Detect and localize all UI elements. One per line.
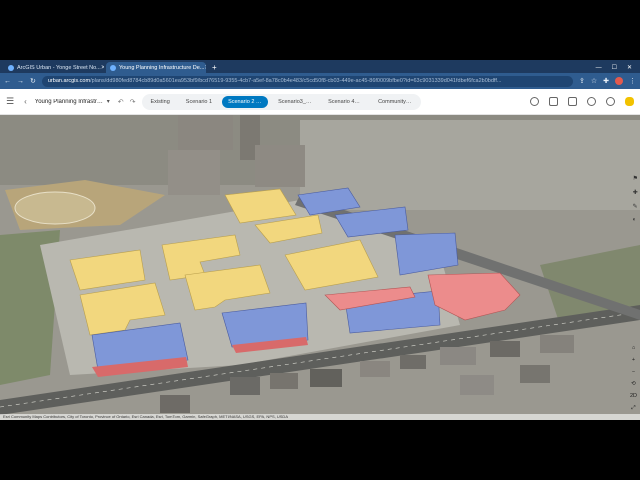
tab-scenario-3[interactable]: Scenario3_Te... [272, 96, 318, 108]
tab-scenario-1[interactable]: Scenario 1 [180, 96, 218, 108]
daylight-icon[interactable]: ◐ [633, 217, 638, 223]
chart-icon[interactable] [587, 97, 596, 106]
window-controls: — ☐ ✕ [596, 62, 640, 73]
tab-community[interactable]: Community &... [372, 96, 418, 108]
edit-icon[interactable]: ✎ [633, 203, 638, 210]
map-navigation-controls: ⌂ + − ⟲ 2D ⤢ [630, 345, 637, 412]
menu-icon[interactable]: ☰ [6, 96, 14, 107]
info-icon[interactable] [530, 97, 539, 106]
arcgis-favicon-icon [110, 64, 116, 71]
tab-scenario-2[interactable]: Scenario 2 - B* [222, 95, 269, 108]
undo-icon[interactable]: ↶ [118, 98, 124, 106]
close-window-icon[interactable]: ✕ [627, 64, 632, 71]
plan-title[interactable]: Young Planning Infrastruct... [35, 99, 105, 105]
url-path: /plans/dd980fed8784cb89d0a5601ea953bf9/b… [90, 78, 502, 84]
profile-avatar[interactable] [615, 77, 623, 85]
bookmark-star-icon[interactable]: ☆ [591, 77, 597, 85]
home-icon[interactable]: ⌂ [632, 345, 635, 351]
browser-address-bar: ← → ↻ urban.arcgis.com /plans/dd980fed87… [0, 73, 640, 89]
redo-icon[interactable]: ↷ [130, 98, 136, 106]
comments-icon[interactable] [606, 97, 615, 106]
map-side-toolbar: ⚑ ✚ ✎ ◐ [633, 175, 638, 223]
browser-tab-title: Young Planning Infrastructure De... [119, 64, 205, 71]
fullscreen-icon[interactable]: ⤢ [631, 405, 635, 412]
zoom-in-button[interactable]: + [632, 357, 635, 363]
close-tab-icon[interactable]: ✕ [101, 64, 104, 71]
scene-canvas[interactable] [0, 115, 640, 420]
running-track [14, 191, 96, 225]
reload-icon[interactable]: ↻ [30, 77, 36, 85]
url-host: urban.arcgis.com [47, 78, 91, 84]
close-tab-icon[interactable]: ✕ [204, 64, 206, 71]
scenario-tabs: Existing Scenario 1 Scenario 2 - B* Scen… [141, 93, 422, 110]
extensions-icon[interactable]: ✚ [603, 77, 609, 85]
add-icon[interactable]: ✚ [633, 189, 638, 196]
browser-toolbar-icons: ⇪ ☆ ✚ ⋮ [579, 77, 636, 85]
browser-menu-icon[interactable]: ⋮ [629, 77, 636, 85]
bookmark-icon[interactable]: ⚑ [633, 175, 638, 182]
tab-existing[interactable]: Existing [145, 96, 176, 108]
browser-tab-2[interactable]: Young Planning Infrastructure De... ✕ [106, 62, 206, 73]
browser-tab-title: ArcGIS Urban - Yonge Street No... [17, 64, 101, 71]
maximize-icon[interactable]: ☐ [612, 64, 617, 71]
arcgis-favicon-icon [8, 64, 14, 71]
back-arrow-icon[interactable]: ← [4, 78, 11, 85]
table-icon[interactable] [568, 97, 577, 106]
view-2d-toggle[interactable]: 2D [630, 393, 637, 399]
forward-arrow-icon[interactable]: → [17, 78, 24, 85]
user-avatar[interactable] [625, 97, 634, 106]
header-actions [530, 97, 634, 106]
zoom-out-button[interactable]: − [632, 369, 635, 375]
app-header: ☰ ‹ Young Planning Infrastruct... ▾ ↶ ↷ … [0, 89, 640, 115]
browser-tab-strip: ArcGIS Urban - Yonge Street No... ✕ Youn… [0, 60, 640, 73]
chevron-down-icon[interactable]: ▾ [107, 98, 110, 105]
dashboard-icon[interactable] [549, 97, 558, 106]
chevron-left-icon[interactable]: ‹ [24, 97, 27, 106]
share-icon[interactable]: ⇪ [579, 77, 585, 85]
screenshot-frame: ArcGIS Urban - Yonge Street No... ✕ Youn… [0, 60, 640, 420]
tab-scenario-4[interactable]: Scenario 4_S... [322, 96, 368, 108]
rotate-icon[interactable]: ⟲ [631, 381, 636, 387]
url-field[interactable]: urban.arcgis.com /plans/dd980fed8784cb89… [41, 75, 573, 87]
3d-scene-view[interactable]: ⚑ ✚ ✎ ◐ ⌂ + − ⟲ 2D ⤢ Esri Community Maps… [0, 115, 640, 420]
minimize-icon[interactable]: — [596, 65, 602, 71]
browser-tab-1[interactable]: ArcGIS Urban - Yonge Street No... ✕ [4, 62, 104, 73]
new-tab-button[interactable]: + [208, 62, 221, 73]
map-attribution: Esri Community Maps Contributors, City o… [0, 414, 640, 420]
